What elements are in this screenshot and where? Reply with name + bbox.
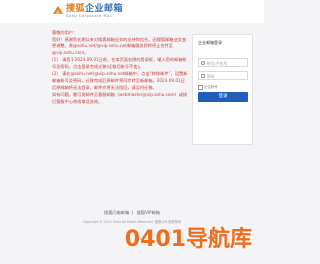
notice-paragraph-2: (1) 请您于2024.09.01日前，在本页面右侧的登录框，输入您的邮箱帐号及… xyxy=(52,57,187,70)
copyright: Copyright © 2024 Sohu All Rights Reserve… xyxy=(82,220,182,224)
username-input[interactable]: 帐号/手机号 xyxy=(198,58,248,67)
logo[interactable]: 搜狐企业邮箱 Sohu Corporate Mail xyxy=(52,4,132,20)
notice-paragraph-4: 如有问题，敬可发邮件至客服邮箱（webmaster@vip.sohu.com）或… xyxy=(52,91,188,104)
footer-link-flash-mail[interactable]: 搜狐闪电邮箱 xyxy=(104,210,129,215)
password-input[interactable]: 密码 xyxy=(198,71,248,80)
user-icon xyxy=(201,61,205,65)
username-placeholder: 帐号/手机号 xyxy=(207,60,228,66)
checkbox-icon[interactable] xyxy=(198,84,203,90)
lock-icon xyxy=(201,74,205,78)
remember-checkbox[interactable]: 记住帐号 xyxy=(198,84,218,90)
logo-subtitle: Sohu Corporate Mail xyxy=(66,14,114,18)
footer-link-vip-mail[interactable]: 搜狐VIP邮箱 xyxy=(137,210,160,215)
login-button[interactable]: 登录 xyxy=(198,92,248,102)
login-title: 企业邮箱登录 xyxy=(198,40,222,45)
footer-links: 搜狐闪电邮箱 | 搜狐VIP邮箱 xyxy=(104,210,160,215)
remember-label: 记住帐号 xyxy=(204,85,218,89)
logo-text-product: 企业邮箱 xyxy=(85,4,124,14)
watermark-logo: 0401导航库 xyxy=(124,227,252,252)
migration-notice: 尊敬的用户： 您好！感谢您长期以来对搜狐邮箱业务的支持和信任。因搜狐邮箱业务变更… xyxy=(52,30,188,106)
login-panel: 企业邮箱登录 帐号/手机号 密码 记住帐号 登录 xyxy=(192,34,253,145)
top-header: 搜狐企业邮箱 Sohu Corporate Mail xyxy=(0,0,264,23)
notice-greeting: 尊敬的用户： xyxy=(52,30,78,35)
logo-mark-icon xyxy=(53,6,63,14)
notice-paragraph-1: 您好！感谢您长期以来对搜狐邮箱业务的支持和信任。因搜狐邮箱业务变更调整，原@so… xyxy=(52,36,187,56)
password-placeholder: 密码 xyxy=(207,73,215,79)
logo-text-brand: 搜狐 xyxy=(66,4,86,14)
logo-text: 搜狐企业邮箱 xyxy=(66,4,123,14)
notice-paragraph-3: (2) 请在@sohu.net/@vip.sohu.net邮箱中，点击“转移邮件… xyxy=(52,71,188,90)
